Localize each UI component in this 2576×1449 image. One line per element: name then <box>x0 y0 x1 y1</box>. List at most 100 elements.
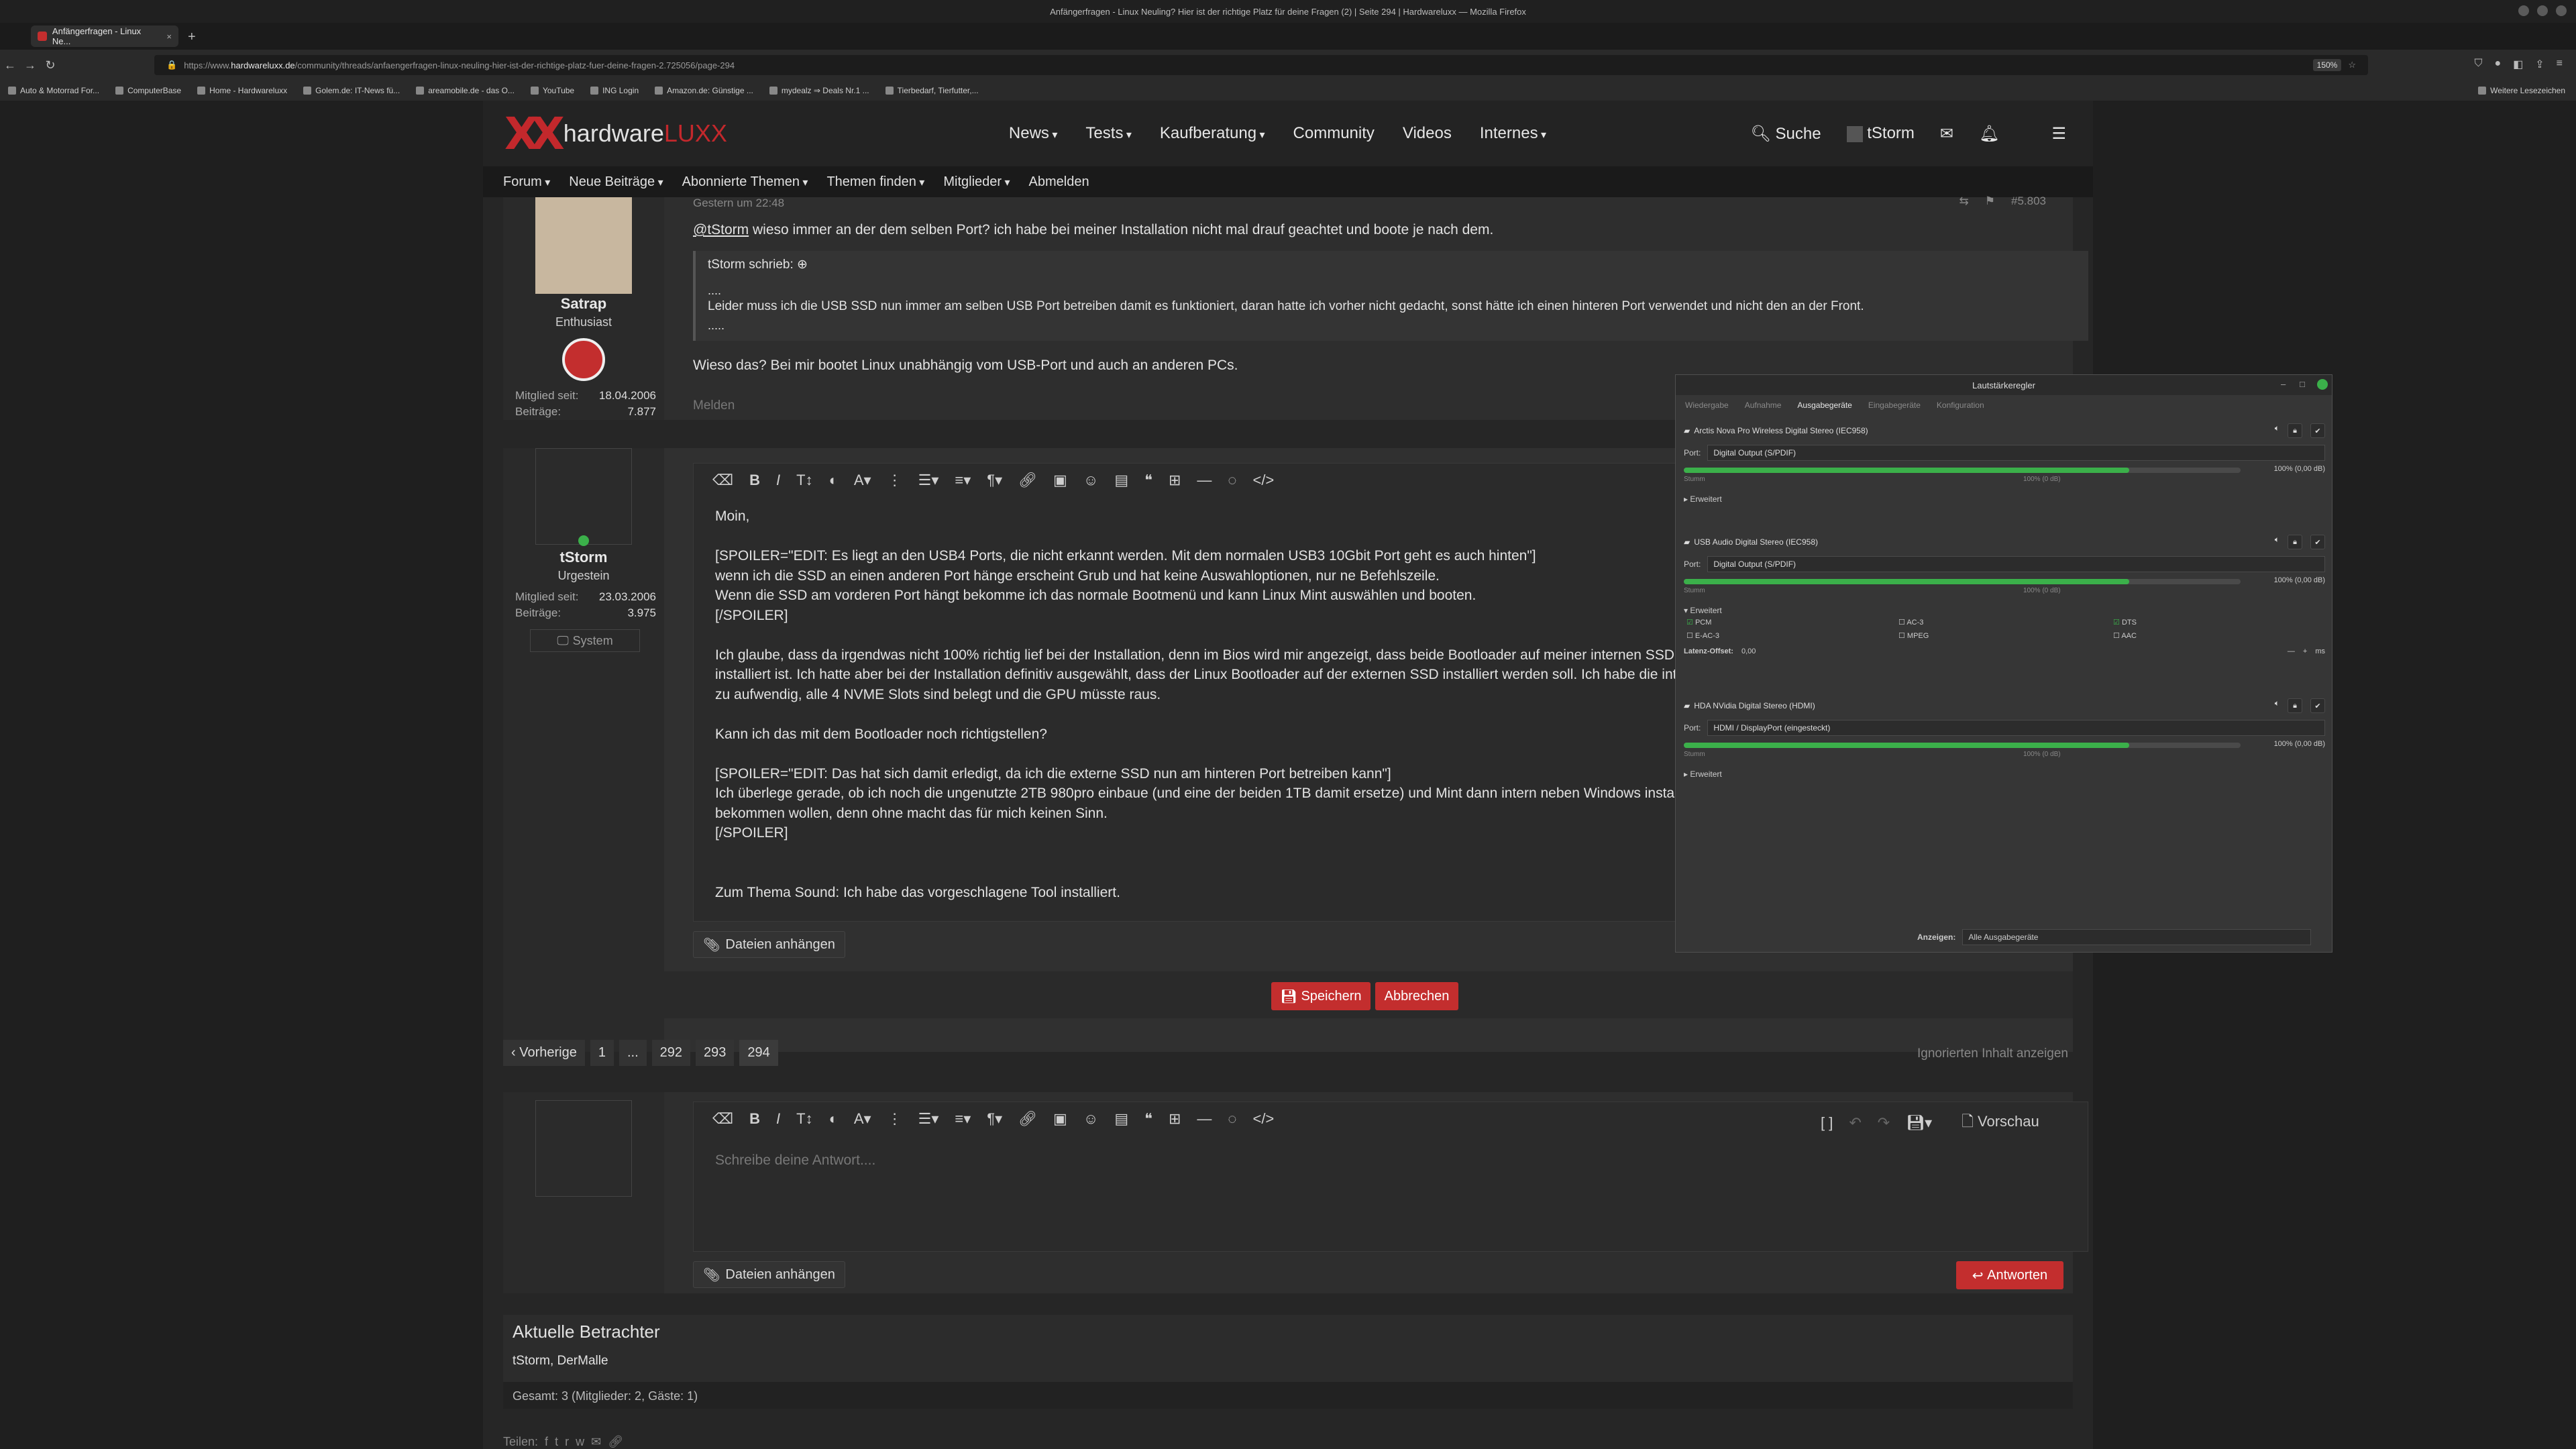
more-vertical-icon[interactable]: ⋮ <box>888 472 902 489</box>
share-icon[interactable]: ⇪ <box>2535 58 2544 71</box>
nav-videos[interactable]: Videos <box>1403 124 1452 143</box>
eraser-icon[interactable]: ⌫ <box>712 1110 733 1128</box>
bold-icon[interactable]: B <box>749 1110 760 1128</box>
set-default-icon[interactable]: ✔ <box>2310 423 2325 438</box>
drafts-icon[interactable]: 💾︎▾ <box>1906 1114 1932 1132</box>
volume-slider[interactable] <box>1684 579 2241 584</box>
bookmark-item[interactable]: Home - Hardwareluxx <box>197 86 287 95</box>
bookmark-item[interactable]: Tierbedarf, Tierfutter,... <box>885 86 979 95</box>
tab-configuration[interactable]: Konfiguration <box>1937 400 1984 410</box>
align-icon[interactable]: ≡▾ <box>955 1110 971 1128</box>
whatsapp-icon[interactable]: w <box>576 1435 584 1448</box>
text-size-icon[interactable]: T↕ <box>796 1110 812 1128</box>
text-size-icon[interactable]: T↕ <box>796 472 812 489</box>
decrease-icon[interactable]: — <box>2288 647 2295 655</box>
minimize-icon[interactable]: – <box>2281 379 2292 390</box>
mute-icon[interactable]: 🔈︎ <box>2275 535 2279 549</box>
list-icon[interactable]: ☰▾ <box>918 1110 939 1128</box>
viewers-names[interactable]: tStorm, DerMalle <box>513 1351 608 1371</box>
bbcode-toggle-icon[interactable]: [ ] <box>1821 1114 1833 1132</box>
system-button[interactable]: 🖵︎ System <box>530 629 640 652</box>
tab-close-icon[interactable]: × <box>166 32 172 42</box>
bookmark-item[interactable]: ING Login <box>590 86 639 95</box>
link-icon[interactable]: 🔗︎ <box>1018 1110 1037 1128</box>
close-icon[interactable] <box>2556 5 2567 16</box>
italic-icon[interactable]: I <box>776 472 780 489</box>
back-icon[interactable]: ← <box>0 58 20 72</box>
set-default-icon[interactable]: ✔ <box>2310 698 2325 713</box>
search-button[interactable]: 🔍︎ Suche <box>1750 124 1821 144</box>
table-icon[interactable]: ⊞ <box>1169 472 1181 489</box>
list-icon[interactable]: ☰▾ <box>918 472 939 489</box>
code-icon[interactable]: </> <box>1252 472 1274 489</box>
codec-checkbox[interactable]: ☐ E-AC-3 <box>1686 631 1719 640</box>
horizontal-rule-icon[interactable]: — <box>1197 472 1212 489</box>
bookmark-item[interactable]: Golem.de: IT-News fü... <box>303 86 400 95</box>
nav-news[interactable]: News <box>1009 124 1058 143</box>
preview-button[interactable]: 🗋︎ Vorschau <box>1962 1110 2039 1136</box>
link-share-icon[interactable]: 🔗︎ <box>608 1435 623 1448</box>
user-mention[interactable]: @tStorm <box>693 222 749 237</box>
bookmark-item[interactable]: areamobile.de - das O... <box>416 86 515 95</box>
other-bookmarks[interactable]: Weitere Lesezeichen <box>2478 86 2565 95</box>
page-link[interactable]: 1 <box>590 1040 614 1066</box>
extensions-puzzle-icon[interactable]: ◧ <box>2513 58 2523 71</box>
share-post-icon[interactable]: ⇆ <box>1960 195 1969 208</box>
post-number[interactable]: #5.803 <box>2011 195 2046 208</box>
bookmark-item[interactable]: Auto & Motorrad For... <box>8 86 99 95</box>
lock-channels-icon[interactable]: 🔒︎ <box>2288 698 2302 713</box>
spoiler-icon[interactable]: ◌ <box>1228 472 1236 489</box>
user-menu[interactable]: tStorm <box>1846 124 1915 143</box>
prev-page-button[interactable]: ‹ Vorherige <box>503 1040 585 1066</box>
reply-submit-button[interactable]: ↩ Antworten <box>1956 1261 2063 1289</box>
report-link[interactable]: Melden <box>693 396 735 416</box>
close-icon[interactable] <box>2317 379 2328 390</box>
page-ellipsis[interactable]: ... <box>619 1040 647 1066</box>
menu-icon[interactable]: ≡ <box>2557 58 2563 71</box>
undo-icon[interactable]: ↶ <box>1849 1114 1861 1132</box>
browser-tab[interactable]: Anfängerfragen - Linux Ne... × <box>31 25 178 47</box>
eraser-icon[interactable]: ⌫ <box>712 472 733 489</box>
expand-toggle[interactable]: ▾ Erweitert <box>1684 606 2325 615</box>
attach-files-button[interactable]: 📎︎ Dateien anhängen <box>693 931 845 958</box>
subnav-find-threads[interactable]: Themen finden <box>826 174 924 190</box>
current-page[interactable]: 294 <box>739 1040 778 1066</box>
lock-channels-icon[interactable]: 🔒︎ <box>2288 423 2302 438</box>
latency-input[interactable]: 0,00 <box>1741 647 2279 655</box>
twitter-icon[interactable]: t <box>555 1435 558 1448</box>
email-share-icon[interactable]: ✉ <box>591 1435 601 1448</box>
expand-toggle[interactable]: ▸ Erweitert <box>1684 494 2325 504</box>
subnav-watched[interactable]: Abonnierte Themen <box>682 174 808 190</box>
tab-recording[interactable]: Aufnahme <box>1745 400 1782 410</box>
extension-icon[interactable]: ⛉ <box>2474 58 2482 71</box>
bookmark-item[interactable]: YouTube <box>530 86 574 95</box>
facebook-icon[interactable]: f <box>545 1435 548 1448</box>
bell-icon[interactable]: 🔔︎ <box>1979 124 1999 144</box>
avatar[interactable] <box>535 1100 632 1197</box>
show-ignored-link[interactable]: Ignorierten Inhalt anzeigen <box>1917 1044 2068 1064</box>
attach-files-button[interactable]: 📎︎ Dateien anhängen <box>693 1261 845 1288</box>
mute-icon[interactable]: 🔈︎ <box>2275 698 2279 713</box>
subnav-members[interactable]: Mitglieder <box>943 174 1010 190</box>
new-tab-icon[interactable]: + <box>188 30 196 45</box>
post-username[interactable]: Satrap <box>503 295 664 313</box>
bookmark-star-icon[interactable]: ☆ <box>2348 60 2356 70</box>
codec-checkbox[interactable]: ☐ AAC <box>2113 631 2137 640</box>
show-select[interactable]: Alle Ausgabegeräte <box>1962 929 2312 945</box>
image-icon[interactable]: ▣ <box>1053 472 1067 489</box>
hamburger-menu-icon[interactable]: ☰ <box>2051 124 2066 144</box>
mail-icon[interactable]: ✉ <box>1940 124 1953 144</box>
hardwareluxx-logo[interactable]: XX hardwareLUXX <box>504 108 727 160</box>
paragraph-icon[interactable]: ¶▾ <box>987 472 1002 489</box>
font-icon[interactable]: A▾ <box>854 1110 871 1128</box>
volume-slider[interactable] <box>1684 743 2241 748</box>
reply-textarea[interactable]: Schreibe deine Antwort.... <box>715 1150 875 1171</box>
volume-slider[interactable] <box>1684 468 2241 473</box>
expand-toggle[interactable]: ▸ Erweitert <box>1684 769 2325 779</box>
avatar[interactable] <box>535 197 632 294</box>
subnav-forum[interactable]: Forum <box>503 174 550 190</box>
cancel-button[interactable]: Abbrechen <box>1375 982 1458 1010</box>
nav-community[interactable]: Community <box>1293 124 1375 143</box>
increase-icon[interactable]: + <box>2303 647 2307 655</box>
port-select[interactable]: Digital Output (S/PDIF) <box>1707 556 2325 572</box>
